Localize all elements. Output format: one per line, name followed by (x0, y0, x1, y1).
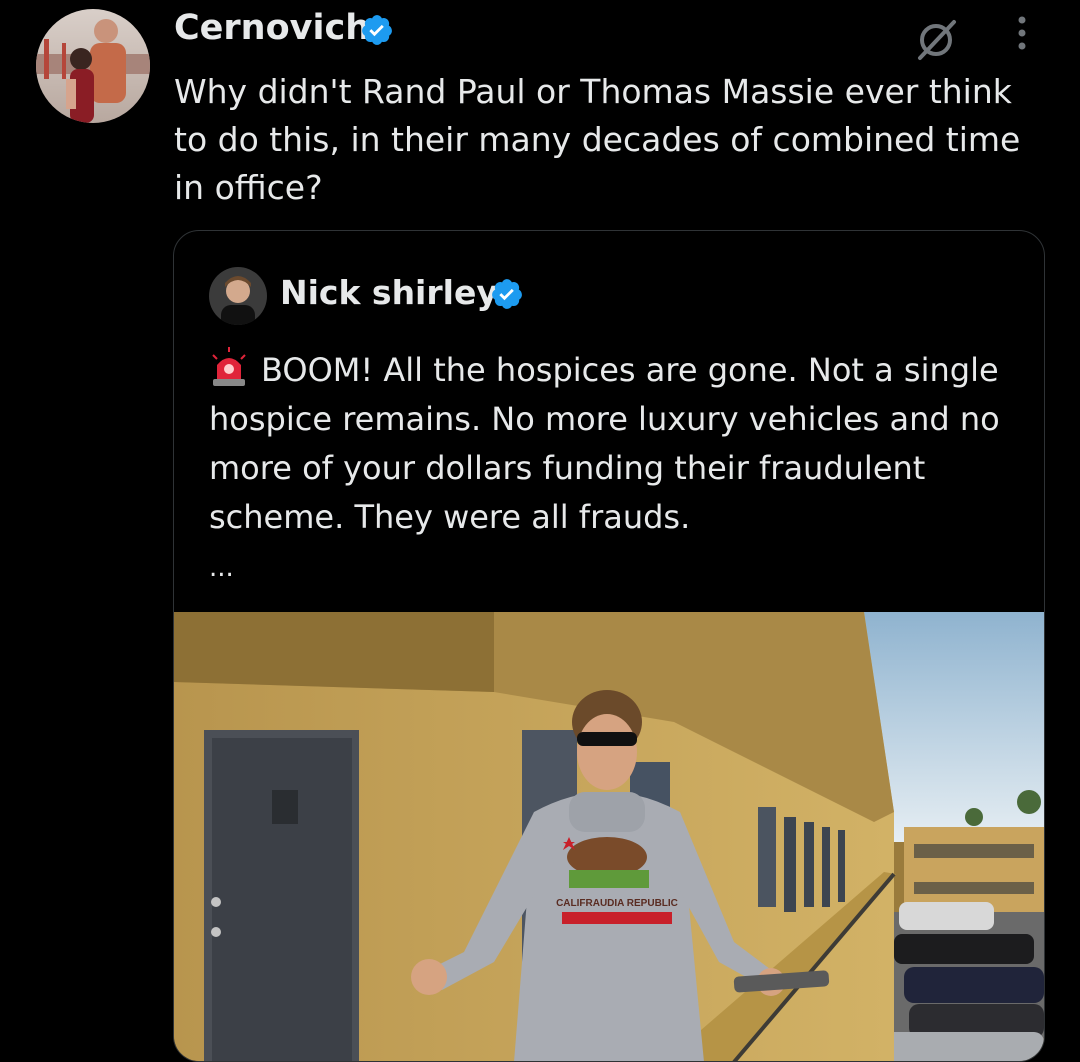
quoted-tweet-text: BOOM! All the hospices are gone. Not a s… (209, 346, 1029, 542)
show-more[interactable]: ... (209, 553, 234, 583)
sweatshirt-print-text: CALIFRAUDIA REPUBLIC (556, 898, 678, 909)
grok-icon[interactable] (912, 14, 962, 64)
rotating-light-icon (212, 347, 246, 386)
quoted-tweet[interactable]: Nick shirley BOOM! All the hospices are … (173, 230, 1045, 1062)
verified-badge-icon (492, 279, 522, 309)
quoted-media-image[interactable]: CALIFRAUDIA REPUBLIC (174, 612, 1044, 1062)
author-name[interactable]: Cernovich (174, 8, 370, 48)
more-vertical-icon[interactable] (1010, 14, 1034, 54)
quoted-tweet-text-content: BOOM! All the hospices are gone. Not a s… (209, 351, 1000, 536)
redacted-handle (524, 271, 1024, 329)
redacted-handle (400, 0, 820, 60)
tweet-text: Why didn't Rand Paul or Thomas Massie ev… (174, 72, 1021, 207)
quoted-author-name[interactable]: Nick shirley (280, 273, 498, 312)
verified-badge-icon (362, 15, 392, 45)
author-avatar[interactable] (36, 9, 150, 123)
quoted-author-avatar[interactable] (209, 267, 267, 325)
